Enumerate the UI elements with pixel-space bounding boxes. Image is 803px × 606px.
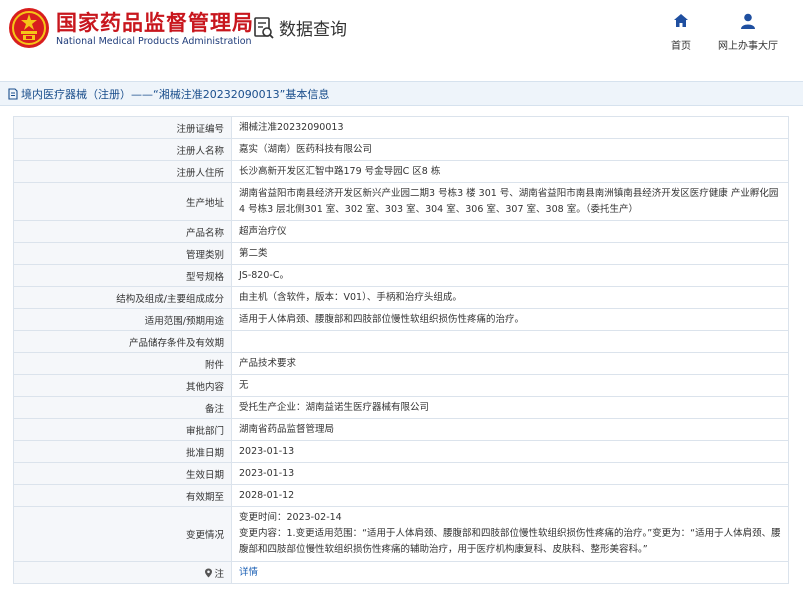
row-value: 无 [231,374,789,397]
row-value: 受托生产企业：湖南益诺生医疗器械有限公司 [231,396,789,419]
row-value: 长沙高新开发区汇智中路179 号金导园C 区8 栋 [231,160,789,183]
table-row: 产品名称 超声治疗仪 [13,220,789,243]
note-label: 注 [214,568,224,580]
row-value: 2023-01-13 [231,440,789,463]
national-emblem-icon [9,8,49,48]
details-link[interactable]: 详情 [239,567,258,578]
registration-info-table: 注册证编号 湘械注准20232090013 注册人名称 嘉实（湖南）医药科技有限… [13,116,789,584]
note-label-cell: 注 [13,561,232,584]
page-title: 境内医疗器械（注册）——“湘械注准20232090013”基本信息 [21,87,330,101]
page-title-bar: 境内医疗器械（注册）——“湘械注准20232090013”基本信息 [0,81,803,106]
data-query-title: 数据查询 [253,15,347,40]
data-query-icon [254,16,274,39]
nav-online-service-hall-label: 网上办事大厅 [718,41,778,52]
row-label: 产品名称 [13,220,232,243]
home-icon [674,14,688,27]
row-value: 嘉实（湖南）医药科技有限公司 [231,138,789,161]
table-row: 批准日期 2023-01-13 [13,440,789,463]
row-value: 2023-01-13 [231,462,789,485]
row-label: 批准日期 [13,440,232,463]
row-label: 注册人名称 [13,138,232,161]
row-label: 结构及组成/主要组成成分 [13,286,232,309]
table-row: 注册证编号 湘械注准20232090013 [13,116,789,139]
row-label: 有效期至 [13,484,232,507]
table-row: 附件 产品技术要求 [13,352,789,375]
user-icon [741,13,755,29]
row-label: 管理类别 [13,242,232,265]
nav-online-service-hall[interactable]: 网上办事大厅 [713,12,783,53]
row-label: 注册证编号 [13,116,232,139]
table-row: 注册人住所 长沙高新开发区汇智中路179 号金导园C 区8 栋 [13,160,789,183]
org-name-cn: 国家药品监督管理局 [56,11,254,35]
org-name-en: National Medical Products Administration [56,36,252,47]
note-row: 注 详情 [13,561,789,584]
location-pin-icon [205,568,213,577]
table-row: 产品储存条件及有效期 [13,330,789,353]
row-label: 审批部门 [13,418,232,441]
change-history-row: 变更情况 变更时间：2023-02-14 变更内容：1.变更适用范围：“适用于人… [13,506,789,562]
row-value: 产品技术要求 [231,352,789,375]
row-label: 生产地址 [13,182,232,221]
row-label: 产品储存条件及有效期 [13,330,232,353]
change-content: 变更内容：1.变更适用范围：“适用于人体肩颈、腰腹部和四肢部位慢性软组织损伤性疼… [239,528,781,555]
table-row: 审批部门 湖南省药品监督管理局 [13,418,789,441]
row-value: 适用于人体肩颈、腰腹部和四肢部位慢性软组织损伤性疼痛的治疗。 [231,308,789,331]
row-value: 湘械注准20232090013 [231,116,789,139]
row-value: 湖南省药品监督管理局 [231,418,789,441]
document-icon [8,87,18,100]
row-label: 型号规格 [13,264,232,287]
table-row: 管理类别 第二类 [13,242,789,265]
table-row: 适用范围/预期用途 适用于人体肩颈、腰腹部和四肢部位慢性软组织损伤性疼痛的治疗。 [13,308,789,331]
row-value: 湖南省益阳市南县经济开发区新兴产业园二期3 号栋3 楼 301 号、湖南省益阳市… [231,182,789,221]
row-label: 适用范围/预期用途 [13,308,232,331]
change-history-label: 变更情况 [13,506,232,562]
nav-home-label: 首页 [671,41,691,52]
table-row: 注册人名称 嘉实（湖南）医药科技有限公司 [13,138,789,161]
table-row: 结构及组成/主要组成成分 由主机（含软件，版本：V01）、手柄和治疗头组成。 [13,286,789,309]
row-value: JS-820-C。 [231,264,789,287]
row-label: 生效日期 [13,462,232,485]
row-value: 超声治疗仪 [231,220,789,243]
data-query-label: 数据查询 [279,20,347,40]
site-header: 国家药品监督管理局 National Medical Products Admi… [0,0,803,66]
nav-home[interactable]: 首页 [663,12,699,53]
change-time: 变更时间：2023-02-14 [239,512,342,523]
table-row: 型号规格 JS-820-C。 [13,264,789,287]
row-label: 其他内容 [13,374,232,397]
note-value: 详情 [231,561,789,584]
table-row: 其他内容 无 [13,374,789,397]
table-row: 备注 受托生产企业：湖南益诺生医疗器械有限公司 [13,396,789,419]
change-history-value: 变更时间：2023-02-14 变更内容：1.变更适用范围：“适用于人体肩颈、腰… [231,506,789,562]
row-label: 注册人住所 [13,160,232,183]
row-label: 附件 [13,352,232,375]
table-row: 生产地址 湖南省益阳市南县经济开发区新兴产业园二期3 号栋3 楼 301 号、湖… [13,182,789,221]
row-value: 2028-01-12 [231,484,789,507]
row-value: 由主机（含软件，版本：V01）、手柄和治疗头组成。 [231,286,789,309]
table-row: 有效期至 2028-01-12 [13,484,789,507]
row-label: 备注 [13,396,232,419]
row-value: 第二类 [231,242,789,265]
row-value [231,330,789,353]
table-row: 生效日期 2023-01-13 [13,462,789,485]
